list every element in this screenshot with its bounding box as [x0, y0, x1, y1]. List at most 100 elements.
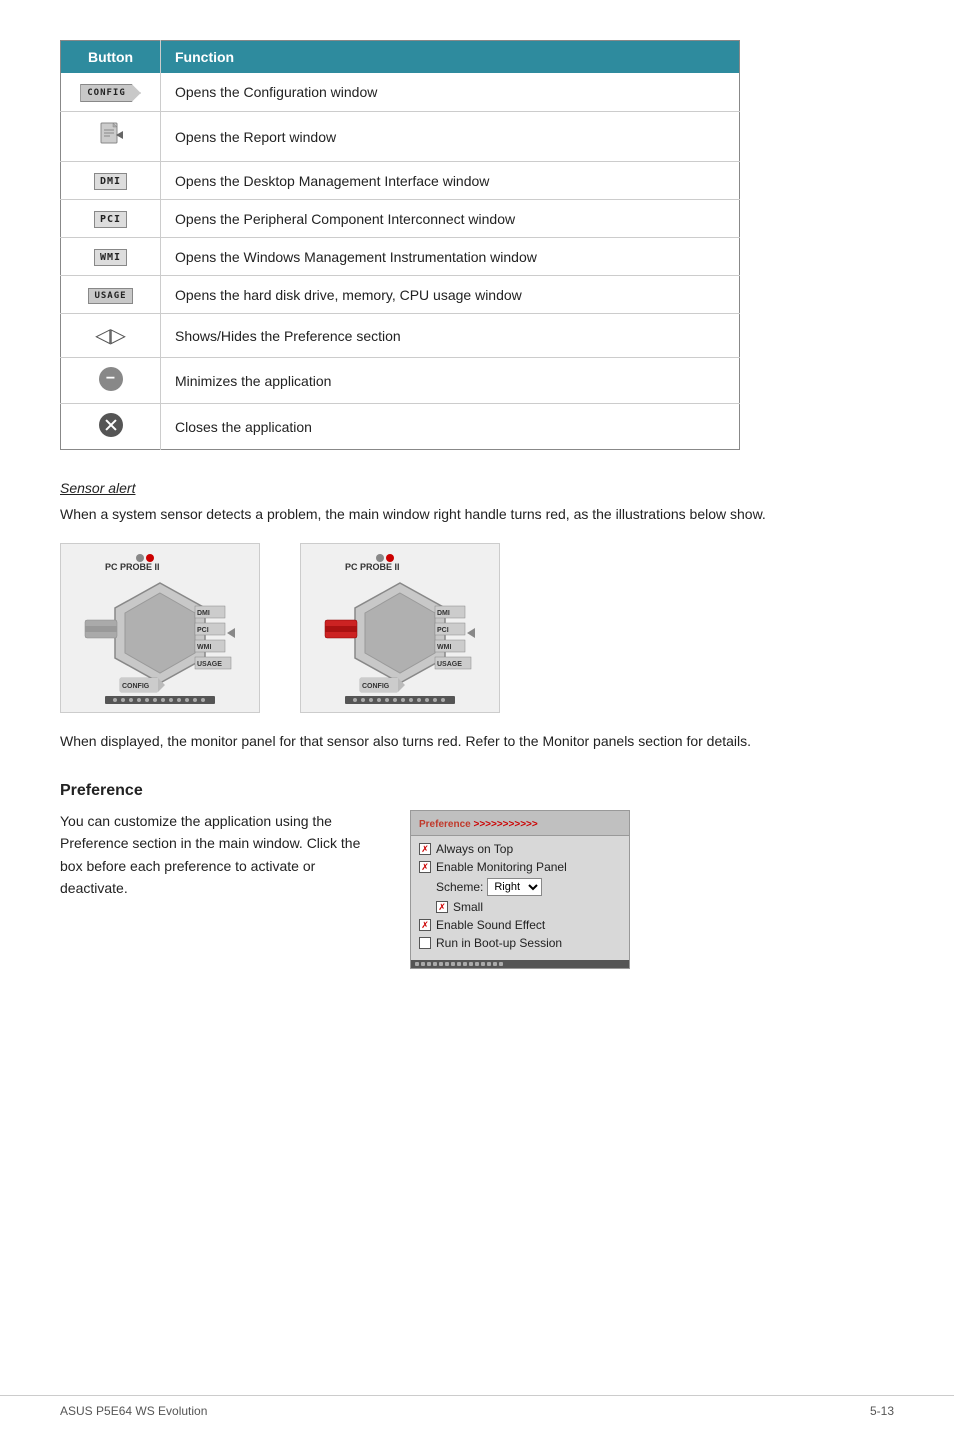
panel-dot	[439, 962, 443, 966]
probe-images-container: PC PROBE II DMI PCI WMI USAGE	[60, 543, 894, 713]
panel-dot	[487, 962, 491, 966]
footer-right: 5-13	[870, 1404, 894, 1418]
preference-description: You can customize the application using …	[60, 810, 380, 900]
svg-text:DMI: DMI	[437, 610, 450, 617]
function-close: Closes the application	[161, 404, 740, 450]
preference-arrows: >>>>>>>>>>>	[473, 819, 537, 830]
function-dmi: Opens the Desktop Management Interface w…	[161, 162, 740, 200]
preference-panel-dots	[411, 960, 629, 968]
panel-dot	[445, 962, 449, 966]
sensor-alert-note: When displayed, the monitor panel for th…	[60, 731, 894, 752]
dmi-badge: DMI	[94, 173, 127, 190]
svg-text:PCI: PCI	[437, 627, 449, 634]
small-checkbox[interactable]: ✗	[436, 901, 448, 913]
probe-image-normal: PC PROBE II DMI PCI WMI USAGE	[60, 543, 260, 713]
always-on-top-checkbox[interactable]: ✗	[419, 843, 431, 855]
panel-dot	[451, 962, 455, 966]
button-report-cell	[61, 112, 161, 162]
minimize-icon	[99, 367, 123, 391]
panel-dot	[463, 962, 467, 966]
table-row: Closes the application	[61, 404, 740, 450]
svg-text:USAGE: USAGE	[197, 661, 222, 668]
button-dmi-cell: DMI	[61, 162, 161, 200]
button-arrows-cell: ◁▷	[61, 314, 161, 358]
svg-text:CONFIG: CONFIG	[362, 683, 390, 690]
sound-effect-checkbox[interactable]: ✗	[419, 919, 431, 931]
preference-title: Preference	[60, 782, 894, 800]
function-report: Opens the Report window	[161, 112, 740, 162]
preference-item-sound-effect: ✗ Enable Sound Effect	[419, 918, 621, 932]
report-icon	[97, 121, 125, 149]
preference-section: Preference You can customize the applica…	[60, 782, 894, 969]
sensor-alert-section: Sensor alert When a system sensor detect…	[60, 480, 894, 752]
always-on-top-label: Always on Top	[436, 842, 513, 856]
table-row: CONFIG Opens the Configuration window	[61, 73, 740, 112]
table-row: Opens the Report window	[61, 112, 740, 162]
svg-text:PC PROBE II: PC PROBE II	[105, 562, 160, 572]
table-header-button: Button	[61, 41, 161, 74]
panel-dot	[457, 962, 461, 966]
preference-toggle-icon: ◁▷	[95, 323, 126, 348]
svg-text:WMI: WMI	[437, 644, 451, 651]
button-config-cell: CONFIG	[61, 73, 161, 112]
monitoring-panel-checkbox[interactable]: ✗	[419, 861, 431, 873]
panel-dot	[427, 962, 431, 966]
scheme-label: Scheme:	[436, 880, 483, 894]
scheme-select[interactable]: Right Left	[487, 878, 542, 896]
panel-dot	[433, 962, 437, 966]
boot-session-label: Run in Boot-up Session	[436, 936, 562, 950]
preference-layout: You can customize the application using …	[60, 810, 894, 969]
panel-dot	[499, 962, 503, 966]
preference-panel-title: Preference	[419, 819, 473, 830]
wmi-badge: WMI	[94, 249, 127, 266]
table-row: ◁▷ Shows/Hides the Preference section	[61, 314, 740, 358]
preference-panel: Preference >>>>>>>>>>> ✗ Always on Top ✗…	[410, 810, 630, 969]
preference-item-always-on-top: ✗ Always on Top	[419, 842, 621, 856]
small-label: Small	[453, 900, 483, 914]
svg-text:USAGE: USAGE	[437, 661, 462, 668]
button-minimize-cell	[61, 358, 161, 404]
page-footer: ASUS P5E64 WS Evolution 5-13	[0, 1395, 954, 1418]
function-config: Opens the Configuration window	[161, 73, 740, 112]
table-row: Minimizes the application	[61, 358, 740, 404]
preference-panel-body: ✗ Always on Top ✗ Enable Monitoring Pane…	[411, 836, 629, 960]
boot-session-checkbox[interactable]	[419, 937, 431, 949]
sound-effect-label: Enable Sound Effect	[436, 918, 545, 932]
probe-image-alert: PC PROBE II DMI PCI WMI USAGE	[300, 543, 500, 713]
preference-scheme-row: Scheme: Right Left	[436, 878, 621, 896]
function-wmi: Opens the Windows Management Instrumenta…	[161, 238, 740, 276]
table-row: WMI Opens the Windows Management Instrum…	[61, 238, 740, 276]
button-close-cell	[61, 404, 161, 450]
svg-text:CONFIG: CONFIG	[122, 683, 150, 690]
panel-dot	[493, 962, 497, 966]
function-usage: Opens the hard disk drive, memory, CPU u…	[161, 276, 740, 314]
close-icon	[99, 413, 123, 437]
button-usage-cell: USAGE	[61, 276, 161, 314]
panel-dot	[475, 962, 479, 966]
table-row: USAGE Opens the hard disk drive, memory,…	[61, 276, 740, 314]
button-function-table: Button Function CONFIG Opens the Configu…	[60, 40, 740, 450]
panel-dot	[469, 962, 473, 966]
config-badge: CONFIG	[80, 84, 141, 102]
footer-left: ASUS P5E64 WS Evolution	[60, 1404, 207, 1418]
svg-text:WMI: WMI	[197, 644, 211, 651]
preference-item-boot-session: Run in Boot-up Session	[419, 936, 621, 950]
svg-text:PCI: PCI	[197, 627, 209, 634]
sensor-alert-description: When a system sensor detects a problem, …	[60, 504, 894, 525]
table-row: PCI Opens the Peripheral Component Inter…	[61, 200, 740, 238]
table-row: DMI Opens the Desktop Management Interfa…	[61, 162, 740, 200]
preference-item-small: ✗ Small	[436, 900, 621, 914]
pci-badge: PCI	[94, 211, 127, 228]
panel-dot	[421, 962, 425, 966]
table-header-function: Function	[161, 41, 740, 74]
panel-dot	[415, 962, 419, 966]
monitoring-panel-label: Enable Monitoring Panel	[436, 860, 567, 874]
sensor-alert-title: Sensor alert	[60, 480, 894, 496]
probe-svg-normal: PC PROBE II DMI PCI WMI USAGE	[65, 548, 255, 708]
probe-svg-alert: PC PROBE II DMI PCI WMI USAGE	[305, 548, 495, 708]
function-arrows: Shows/Hides the Preference section	[161, 314, 740, 358]
button-wmi-cell: WMI	[61, 238, 161, 276]
svg-text:PC PROBE II: PC PROBE II	[345, 562, 400, 572]
preference-item-monitoring-panel: ✗ Enable Monitoring Panel	[419, 860, 621, 874]
preference-panel-header: Preference >>>>>>>>>>>	[411, 811, 629, 836]
